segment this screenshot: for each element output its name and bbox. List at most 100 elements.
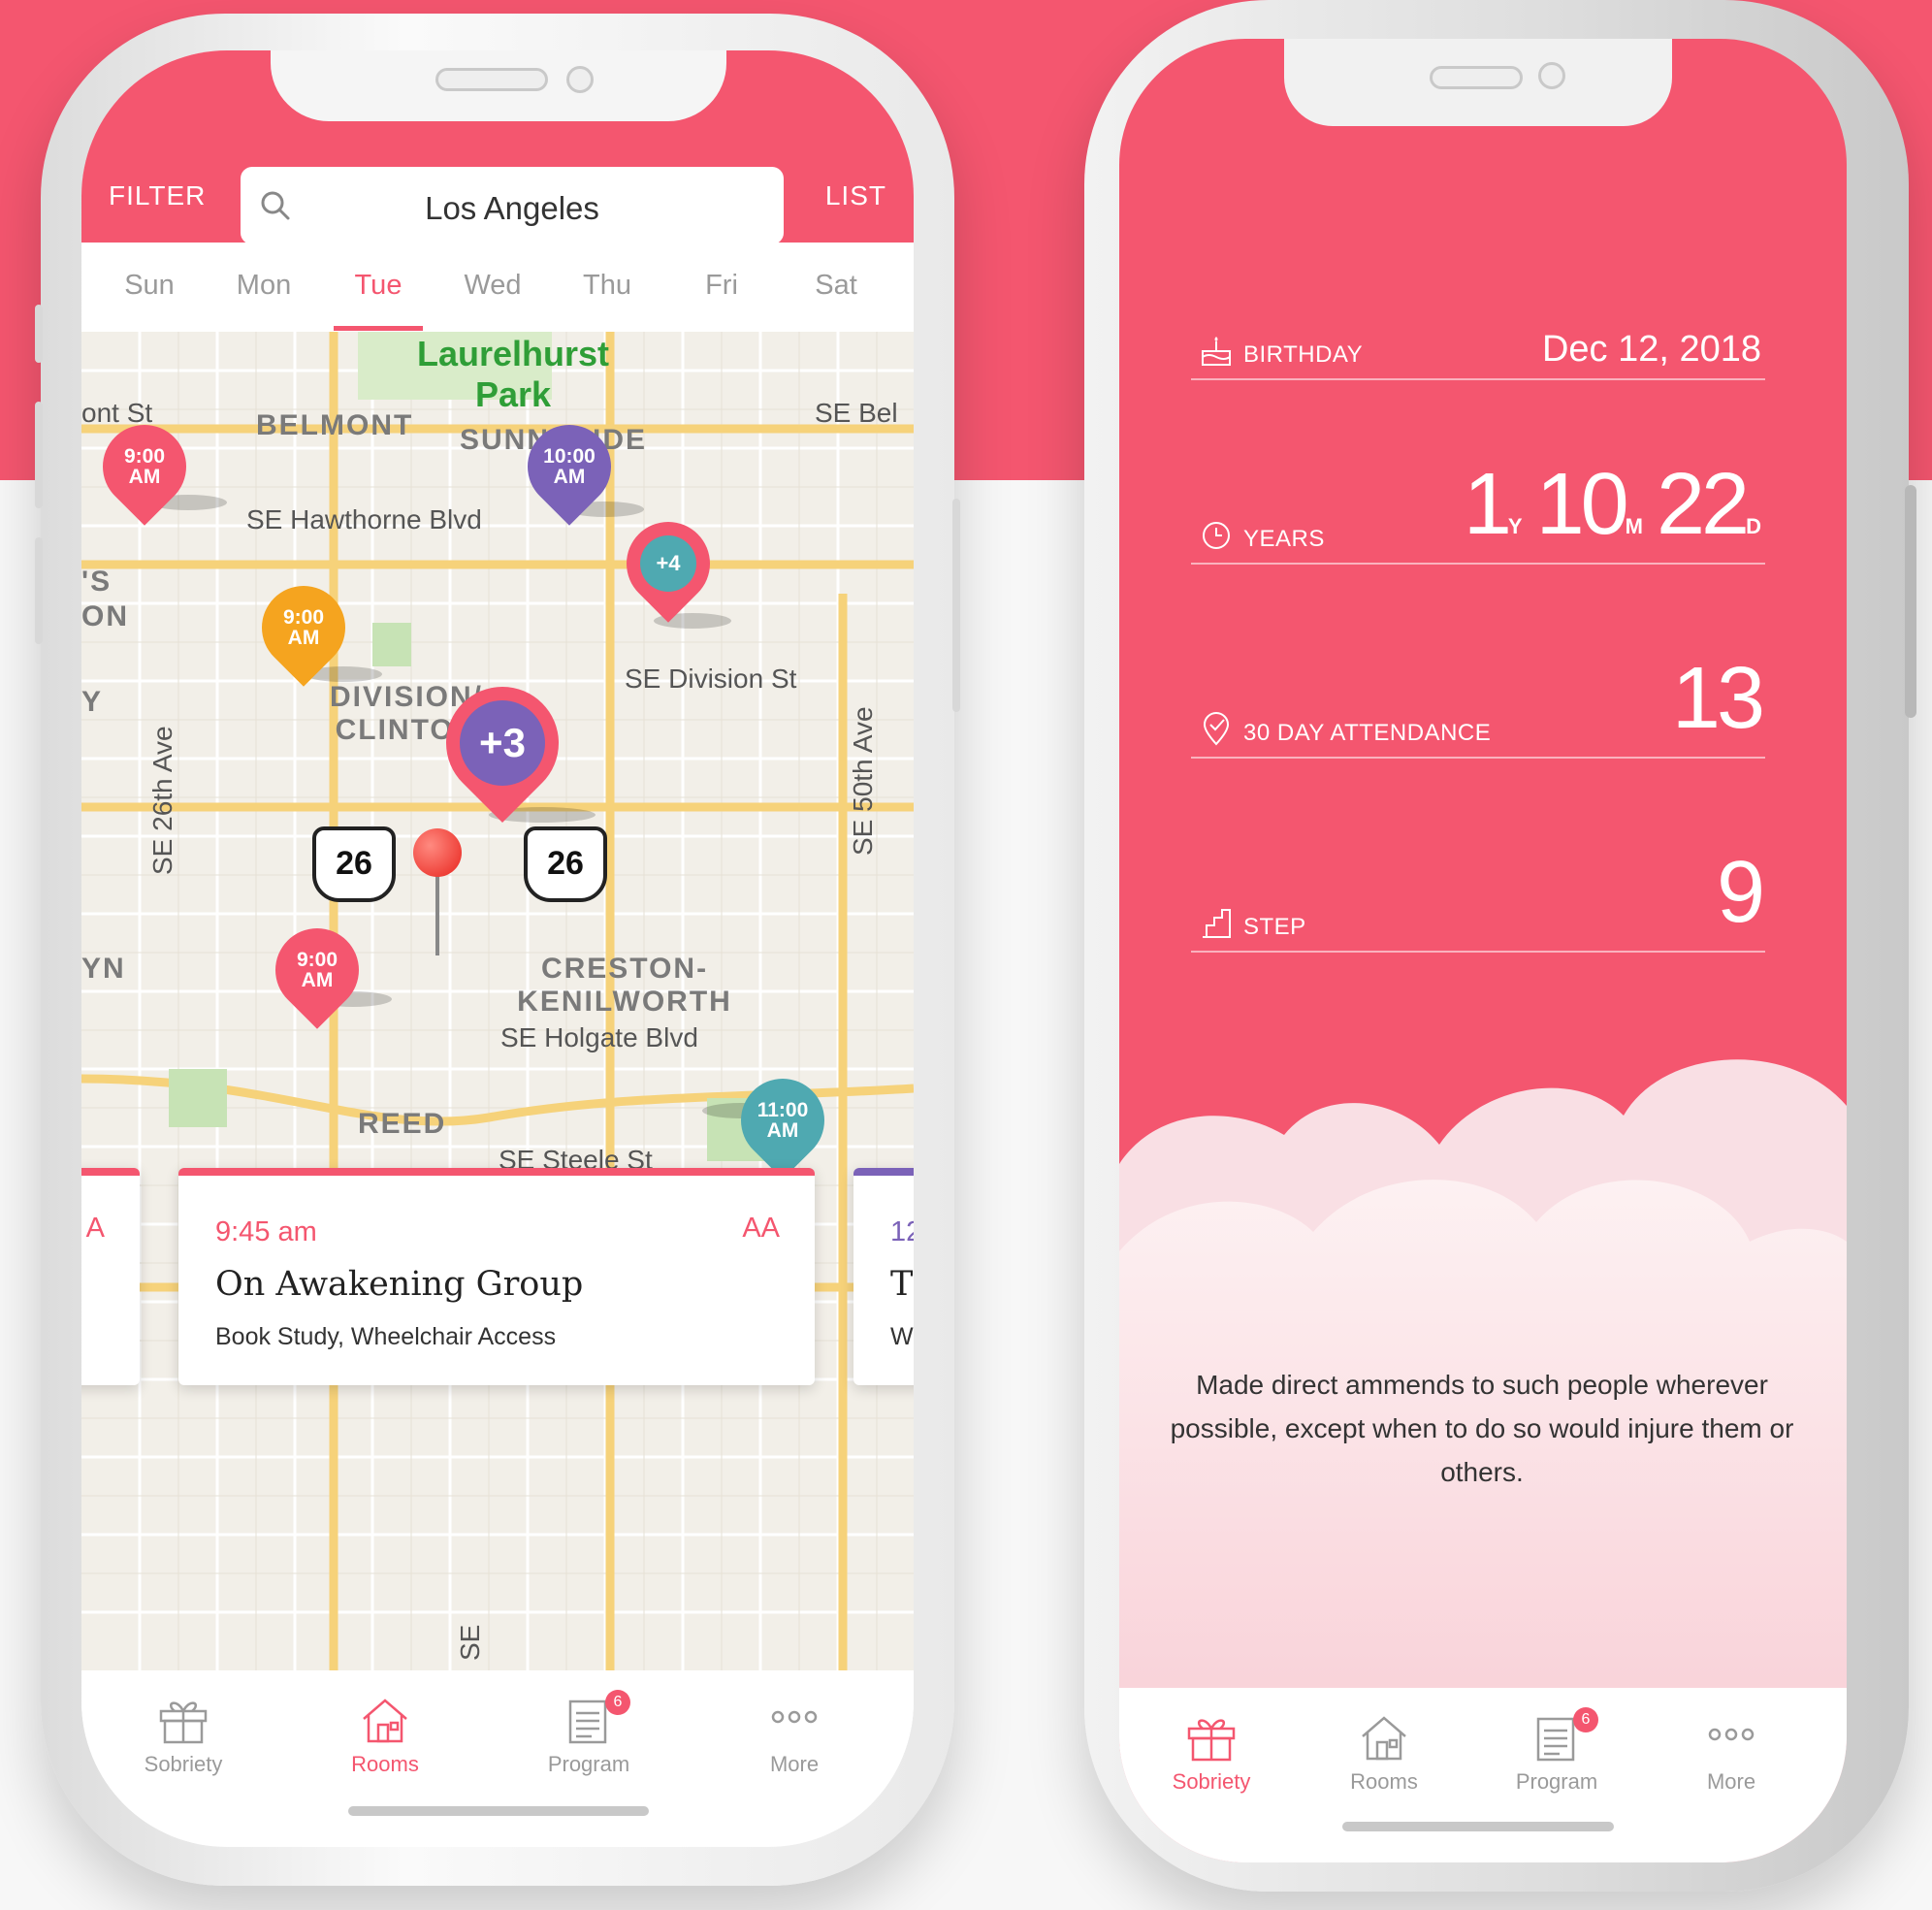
active-day-indicator — [334, 326, 423, 331]
phone-button — [35, 305, 43, 363]
pin-label: 9:00 AM — [123, 445, 166, 488]
day-tab-fri[interactable]: Fri — [673, 270, 770, 302]
location-check-icon — [1203, 712, 1230, 746]
day-selector: Sun Mon Tue Wed Thu Fri Sat — [81, 243, 914, 332]
notification-badge: 6 — [1573, 1707, 1598, 1732]
tab-program[interactable]: 6 Program — [1484, 1707, 1629, 1795]
months-value: 10 — [1535, 456, 1629, 553]
filter-button[interactable]: FILTER — [109, 180, 206, 211]
search-input[interactable]: Los Angeles — [241, 167, 784, 244]
home-indicator — [1342, 1822, 1614, 1831]
tab-more[interactable]: More — [722, 1696, 867, 1777]
meeting-card[interactable]: 9:45 am AA On Awakening Group Book Study… — [178, 1168, 815, 1385]
tab-label: Rooms — [1350, 1769, 1418, 1794]
attendance-value: 13 — [1671, 650, 1765, 747]
notch — [271, 50, 726, 121]
search-value: Los Angeles — [425, 190, 599, 226]
phone-button — [35, 402, 43, 508]
gift-icon — [159, 1701, 208, 1744]
map[interactable]: Laurelhurst Park BELMONT SUNNYSIDE DIVIS… — [81, 332, 914, 1670]
meeting-name: On Awakening Group — [215, 1265, 584, 1304]
home-indicator — [348, 1806, 649, 1816]
tab-label: Rooms — [351, 1752, 419, 1776]
years-label: YEARS — [1243, 526, 1325, 552]
meeting-card[interactable]: A — [81, 1168, 140, 1385]
cluster-count: +4 — [640, 535, 696, 592]
step-row: STEP 9 — [1191, 815, 1765, 953]
current-location-icon — [413, 828, 462, 877]
birthday-row: BIRTHDAY Dec 12, 2018 — [1191, 320, 1765, 380]
tab-rooms[interactable]: Rooms — [312, 1696, 458, 1777]
list-button[interactable]: LIST — [825, 180, 886, 211]
speaker — [435, 68, 548, 91]
tab-bar: Sobriety Rooms 6 Program More — [81, 1670, 914, 1845]
cluster-count: +3 — [460, 700, 545, 786]
street-label: SE 50th Ave — [848, 706, 878, 856]
gift-icon — [1187, 1719, 1236, 1762]
tab-program[interactable]: 6 Program — [516, 1690, 661, 1777]
step-quote: Made direct ammends to such people where… — [1170, 1370, 1794, 1487]
tab-more[interactable]: More — [1658, 1713, 1804, 1795]
meeting-card[interactable]: 12 Ti W — [853, 1168, 914, 1385]
birthday-value: Dec 12, 2018 — [1541, 329, 1761, 370]
sobriety-screen: BIRTHDAY Dec 12, 2018 YEARS 1Y 10M 22D 30 … — [1119, 39, 1847, 1862]
tab-sobriety[interactable]: Sobriety — [111, 1696, 256, 1777]
day-tab-sun[interactable]: Sun — [101, 270, 198, 302]
tab-label: Sobriety — [144, 1752, 223, 1776]
tab-label: Sobriety — [1172, 1769, 1251, 1794]
phone-button — [35, 537, 43, 644]
days-value: 22 — [1657, 456, 1750, 553]
phone-button — [952, 499, 960, 712]
more-dots-icon — [771, 1710, 818, 1724]
phone-meetings: FILTER Los Angeles LIST Sun Mon Tue Wed … — [35, 14, 960, 1886]
step-label: STEP — [1243, 914, 1306, 940]
tab-sobriety[interactable]: Sobriety — [1139, 1713, 1284, 1795]
day-tab-sat[interactable]: Sat — [788, 270, 885, 302]
notification-badge: 6 — [605, 1690, 630, 1715]
pin-label: 11:00 AM — [757, 1099, 809, 1142]
route-shield: 26 — [524, 826, 607, 902]
stairs-icon — [1203, 909, 1231, 938]
clock-icon — [1203, 522, 1230, 549]
day-tab-mon[interactable]: Mon — [215, 270, 312, 302]
day-tab-thu[interactable]: Thu — [559, 270, 656, 302]
meetings-screen: FILTER Los Angeles LIST Sun Mon Tue Wed … — [81, 50, 914, 1847]
street-label: SE 26th Ave — [147, 726, 177, 875]
day-tab-wed[interactable]: Wed — [444, 270, 541, 302]
pin-label: 9:00 AM — [282, 606, 325, 649]
meeting-time: 9:45 am — [215, 1216, 317, 1247]
tab-label: Program — [547, 1752, 630, 1776]
street-label: SE — [455, 1624, 485, 1661]
park-label: Laurelhurst Park — [416, 334, 610, 414]
neighborhood-label: YN — [81, 953, 126, 985]
tab-label: Program — [1515, 1769, 1598, 1794]
street-label: SE Bel — [815, 398, 898, 428]
meeting-tags: W — [890, 1323, 914, 1350]
tab-bar: Sobriety Rooms 6 Program More — [1119, 1688, 1847, 1862]
day-tab-tue[interactable]: Tue — [330, 270, 427, 302]
pin-label: 10:00 AM — [543, 445, 596, 488]
phone-button — [1905, 485, 1916, 718]
neighborhood-label: Y — [81, 686, 104, 718]
street-label: SE Hawthorne Blvd — [246, 504, 482, 534]
sobriety-duration: 1Y 10M 22D — [1464, 455, 1761, 555]
meeting-time: 12 — [890, 1216, 914, 1247]
meeting-name: Ti — [890, 1265, 914, 1304]
cake-icon — [1202, 337, 1231, 366]
neighborhood-label: REED — [358, 1108, 447, 1140]
pin-label: 9:00 AM — [296, 949, 338, 991]
notch — [1284, 39, 1672, 126]
tab-label: More — [769, 1752, 820, 1776]
speaker — [1430, 66, 1523, 89]
birthday-label: BIRTHDAY — [1243, 341, 1364, 368]
street-label: SE Division St — [625, 664, 797, 694]
route-shield: 26 — [312, 826, 396, 902]
days-unit: D — [1746, 514, 1761, 538]
months-unit: M — [1625, 514, 1643, 538]
neighborhood-label: BELMONT — [256, 409, 414, 441]
years-unit: Y — [1507, 514, 1523, 538]
meeting-type-badge: A — [85, 1213, 105, 1244]
house-icon — [363, 1699, 407, 1743]
camera — [1538, 62, 1565, 89]
tab-rooms[interactable]: Rooms — [1311, 1713, 1457, 1795]
